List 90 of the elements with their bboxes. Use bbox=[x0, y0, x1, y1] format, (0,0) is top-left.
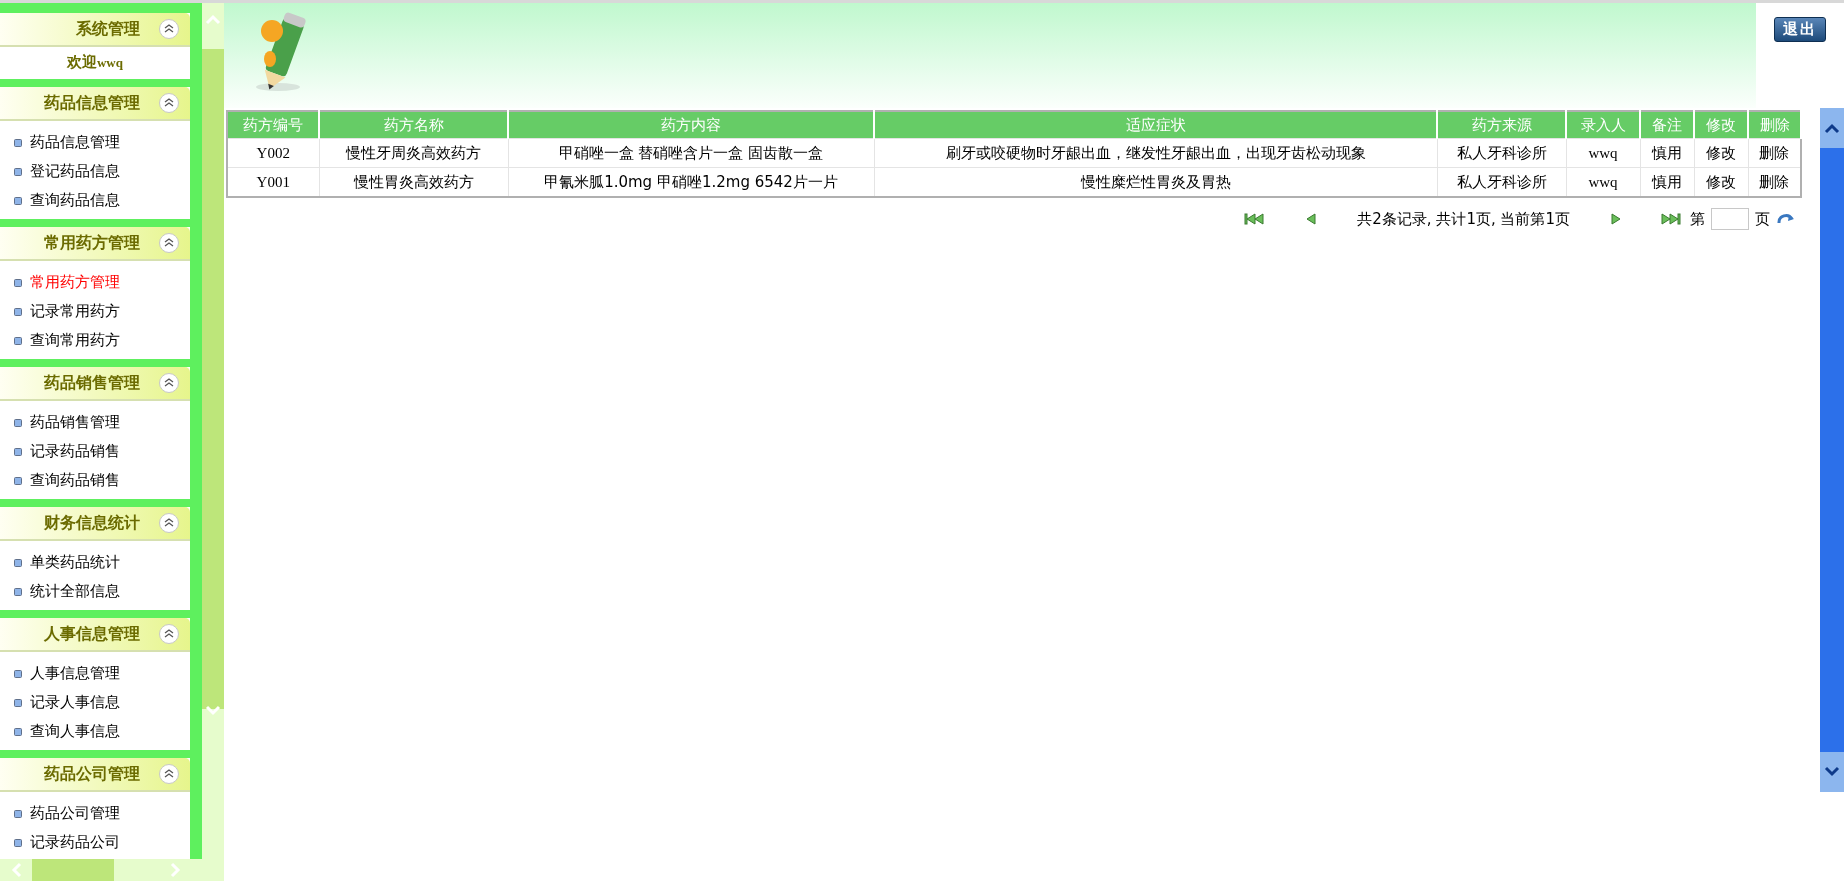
table-cell: 甲氰米胍1.0mg 甲硝唑1.2mg 6542片一片 bbox=[508, 167, 874, 197]
bullet-icon bbox=[14, 278, 22, 287]
menu-link[interactable]: 药品销售管理 bbox=[30, 413, 120, 432]
menu-link[interactable]: 药品信息管理 bbox=[30, 133, 120, 152]
menu-link[interactable]: 常用药方管理 bbox=[30, 273, 120, 292]
scrollbar[interactable] bbox=[1820, 108, 1844, 792]
delete-link[interactable]: 删除 bbox=[1748, 167, 1801, 197]
collapse-icon[interactable] bbox=[158, 512, 180, 534]
table-cell: 甲硝唑一盒 替硝唑含片一盒 固齿散一盒 bbox=[508, 138, 874, 168]
bullet-icon bbox=[14, 476, 22, 485]
collapse-icon[interactable] bbox=[158, 623, 180, 645]
edit-link[interactable]: 修改 bbox=[1694, 167, 1748, 197]
table-cell: 慎用 bbox=[1640, 138, 1694, 168]
menu-link[interactable]: 药品公司管理 bbox=[30, 804, 120, 823]
menu-link[interactable]: 查询常用药方 bbox=[30, 331, 120, 350]
page-number-field[interactable] bbox=[1711, 208, 1749, 230]
page-suffix: 页 bbox=[1755, 209, 1770, 229]
collapse-icon[interactable] bbox=[158, 372, 180, 394]
menu-link[interactable]: 单类药品统计 bbox=[30, 553, 120, 572]
bullet-icon bbox=[14, 196, 22, 205]
menu-link[interactable]: 查询药品信息 bbox=[30, 191, 120, 210]
bullet-icon bbox=[14, 809, 22, 818]
table-cell: 慢性糜烂性胃炎及胃热 bbox=[874, 167, 1437, 197]
panel-header[interactable]: 人事信息管理 bbox=[0, 618, 190, 652]
menu-link[interactable]: 记录常用药方 bbox=[30, 302, 120, 321]
column-header: 修改 bbox=[1694, 111, 1748, 139]
bullet-icon bbox=[14, 307, 22, 316]
column-header: 药方名称 bbox=[319, 111, 508, 139]
scroll-down-icon[interactable] bbox=[1824, 766, 1840, 778]
table-cell: 慢性胃炎高效药方 bbox=[319, 167, 508, 197]
column-header: 药方来源 bbox=[1437, 111, 1566, 139]
page-prefix: 第 bbox=[1690, 209, 1705, 229]
bullet-icon bbox=[14, 558, 22, 567]
bullet-icon bbox=[14, 838, 22, 847]
bullet-icon bbox=[14, 669, 22, 678]
table-cell: 私人牙科诊所 bbox=[1437, 167, 1566, 197]
bullet-icon bbox=[14, 167, 22, 176]
column-header: 删除 bbox=[1748, 111, 1801, 139]
menu-link[interactable]: 记录人事信息 bbox=[30, 693, 120, 712]
menu-link[interactable]: 统计全部信息 bbox=[30, 582, 120, 601]
bullet-icon bbox=[14, 138, 22, 147]
panel-header[interactable]: 药品信息管理 bbox=[0, 87, 190, 121]
table-cell: wwq bbox=[1566, 167, 1640, 197]
table-cell: 慎用 bbox=[1640, 167, 1694, 197]
column-header: 备注 bbox=[1640, 111, 1694, 139]
menu-link[interactable]: 记录药品公司 bbox=[30, 833, 120, 852]
delete-link[interactable]: 删除 bbox=[1748, 138, 1801, 168]
menu-link[interactable]: 查询药品销售 bbox=[30, 471, 120, 490]
bullet-icon bbox=[14, 418, 22, 427]
panel-header[interactable]: 系统管理 bbox=[0, 13, 190, 47]
column-header: 药方内容 bbox=[508, 111, 874, 139]
logout-button[interactable]: 退出 bbox=[1774, 17, 1826, 42]
collapse-icon[interactable] bbox=[158, 232, 180, 254]
panel-title: 财务信息统计 bbox=[44, 512, 140, 534]
welcome-text: 欢迎wwq bbox=[66, 52, 124, 73]
panel-title: 人事信息管理 bbox=[44, 623, 140, 645]
table-cell: 刷牙或咬硬物时牙龈出血，继发性牙龈出血，出现牙齿松动现象 bbox=[874, 138, 1437, 168]
edit-link[interactable]: 修改 bbox=[1694, 138, 1748, 168]
menu-link[interactable]: 登记药品信息 bbox=[30, 162, 120, 181]
bullet-icon bbox=[14, 727, 22, 736]
menu-link[interactable]: 人事信息管理 bbox=[30, 664, 120, 683]
panel-header[interactable]: 药品公司管理 bbox=[0, 758, 190, 792]
collapse-icon[interactable] bbox=[158, 763, 180, 785]
scroll-up-icon[interactable] bbox=[1824, 122, 1840, 134]
table-cell: Y002 bbox=[227, 138, 319, 168]
panel-title: 药品销售管理 bbox=[44, 372, 140, 394]
pagination-summary: 共2条记录, 共计1页, 当前第1页 bbox=[1357, 209, 1570, 229]
column-header: 适应症状 bbox=[874, 111, 1437, 139]
column-header: 药方编号 bbox=[227, 111, 319, 139]
bullet-icon bbox=[14, 447, 22, 456]
panel-header[interactable]: 药品销售管理 bbox=[0, 367, 190, 401]
table-cell: 私人牙科诊所 bbox=[1437, 138, 1566, 168]
column-header: 录入人 bbox=[1566, 111, 1640, 139]
bullet-icon bbox=[14, 336, 22, 345]
table-cell: wwq bbox=[1566, 138, 1640, 168]
panel-title: 药品信息管理 bbox=[44, 92, 140, 114]
menu-link[interactable]: 查询人事信息 bbox=[30, 722, 120, 741]
panel-header[interactable]: 常用药方管理 bbox=[0, 227, 190, 261]
panel-title: 药品公司管理 bbox=[44, 763, 140, 785]
panel-header[interactable]: 财务信息统计 bbox=[0, 507, 190, 541]
collapse-icon[interactable] bbox=[158, 92, 180, 114]
panel-title: 系统管理 bbox=[76, 18, 140, 40]
panel-title: 常用药方管理 bbox=[44, 232, 140, 254]
menu-link[interactable]: 记录药品销售 bbox=[30, 442, 120, 461]
bullet-icon bbox=[14, 698, 22, 707]
table-cell: Y001 bbox=[227, 167, 319, 197]
bullet-icon bbox=[14, 587, 22, 596]
table-cell: 慢性牙周炎高效药方 bbox=[319, 138, 508, 168]
collapse-icon[interactable] bbox=[158, 18, 180, 40]
last-page-icon[interactable] bbox=[1658, 211, 1684, 227]
